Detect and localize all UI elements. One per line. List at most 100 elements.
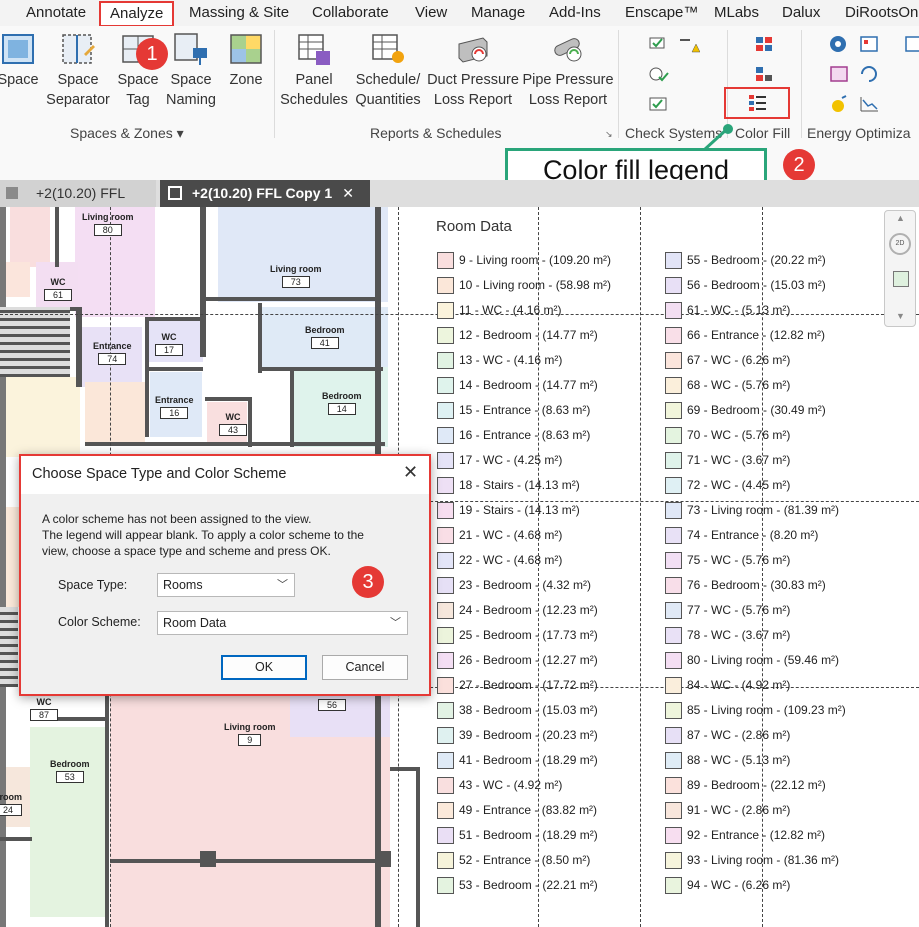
color-fill-legend-button[interactable] — [724, 87, 790, 119]
legend-entry-label: 27 - Bedroom - (17.72 m²) — [459, 678, 598, 692]
location-icon[interactable] — [828, 34, 850, 54]
legend-entry-label: 56 - Bedroom - (15.03 m²) — [687, 278, 826, 292]
duct-legend-icon[interactable] — [753, 34, 775, 54]
zone-button[interactable]: Zone — [224, 32, 268, 90]
wall — [85, 442, 385, 446]
color-fill-group-label: Color Fill — [735, 125, 791, 141]
tab-ffl-copy-1[interactable]: +2(10.20) FFL Copy 1 ✕ — [160, 180, 370, 207]
legend-entry-label: 80 - Living room - (59.46 m²) — [687, 653, 840, 667]
legend-swatch — [437, 327, 454, 344]
space-type-select[interactable]: Rooms ﹀ — [157, 573, 295, 597]
separator — [618, 30, 619, 138]
tab-ffl-copy-1-label: +2(10.20) FFL Copy 1 — [192, 185, 333, 201]
cancel-button[interactable]: Cancel — [322, 655, 408, 680]
legend-swatch — [665, 252, 682, 269]
dialog-message-line3: view, choose a space type and scheme and… — [42, 544, 331, 558]
legend-swatch — [437, 852, 454, 869]
generate-icon[interactable] — [858, 64, 880, 84]
legend-swatch — [437, 427, 454, 444]
color-scheme-select[interactable]: Room Data ﹀ — [157, 611, 408, 635]
color-scheme-label: Color Scheme: — [58, 615, 141, 629]
dialog-launcher-icon[interactable]: ↘ — [605, 129, 613, 140]
space-naming-button[interactable]: Space Naming — [163, 32, 219, 110]
menu-manage[interactable]: Manage — [471, 4, 525, 21]
menu-analyze[interactable]: Analyze — [99, 1, 175, 27]
menu-massing-site[interactable]: Massing & Site — [189, 4, 289, 21]
check-circuits-icon[interactable] — [648, 94, 670, 114]
column — [200, 851, 216, 867]
space-separator-icon — [62, 34, 95, 64]
energy-settings-icon[interactable] — [858, 34, 880, 54]
nav-down-icon[interactable]: ▼ — [896, 311, 905, 321]
wall — [248, 397, 252, 447]
nav-up-icon[interactable]: ▲ — [896, 213, 905, 223]
space-separator-button[interactable]: Space Separator — [44, 32, 112, 110]
legend-swatch — [665, 727, 682, 744]
legend-entry-label: 67 - WC - (6.26 m²) — [687, 353, 791, 367]
legend-entry-label: 13 - WC - (4.16 m²) — [459, 353, 563, 367]
legend-swatch — [437, 302, 454, 319]
analysis-chart-icon[interactable] — [858, 94, 880, 114]
energy-group-label: Energy Optimiza — [807, 125, 911, 141]
menu-mlabs[interactable]: MLabs — [714, 4, 759, 21]
menu-bar: Annotate Analyze Massing & Site Collabor… — [0, 0, 919, 27]
tab-ffl[interactable]: +2(10.20) FFL — [0, 180, 156, 207]
legend-swatch — [665, 677, 682, 694]
wall — [258, 367, 383, 371]
ribbon-gap — [0, 146, 919, 180]
legend-entry-label: 26 - Bedroom - (12.27 m²) — [459, 653, 598, 667]
legend-swatch — [437, 477, 454, 494]
pipe-pressure-loss-report-button[interactable]: Pipe Pressure Loss Report — [522, 32, 614, 110]
wall — [110, 859, 390, 863]
energy-extra-icon[interactable] — [904, 34, 919, 54]
room-tag: 56 — [318, 697, 347, 711]
ok-button[interactable]: OK — [221, 655, 307, 680]
show-disconnects-icon[interactable] — [678, 34, 700, 54]
legend-entry-label: 23 - Bedroom - (4.32 m²) — [459, 578, 592, 592]
menu-enscape[interactable]: Enscape™ — [625, 4, 698, 21]
menu-view[interactable]: View — [415, 4, 447, 21]
close-icon[interactable]: ✕ — [403, 462, 418, 483]
zoom-icon[interactable] — [893, 271, 909, 287]
schedule-quantities-icon — [372, 34, 404, 63]
legend-entry-label: 41 - Bedroom - (18.29 m²) — [459, 753, 598, 767]
legend-swatch — [665, 777, 682, 794]
legend-swatch — [437, 402, 454, 419]
room-tag: droom24 — [0, 792, 23, 816]
insight-icon[interactable] — [828, 94, 850, 114]
spaces-zones-group-label[interactable]: Spaces & Zones ▾ — [70, 125, 184, 142]
check-duct-systems-icon[interactable] — [648, 34, 670, 54]
menu-add-ins[interactable]: Add-Ins — [549, 4, 601, 21]
legend-entry-label: 61 - WC - (5.13 m²) — [687, 303, 791, 317]
menu-annotate[interactable]: Annotate — [26, 4, 86, 21]
create-energy-model-icon[interactable] — [828, 64, 850, 84]
legend-swatch — [665, 527, 682, 544]
menu-dalux[interactable]: Dalux — [782, 4, 820, 21]
menu-collaborate[interactable]: Collaborate — [312, 4, 389, 21]
menu-diroots[interactable]: DiRootsOne — [845, 4, 919, 21]
legend-swatch — [665, 752, 682, 769]
legend-entry-label: 66 - Entrance - (12.82 m²) — [687, 328, 826, 342]
panel-schedules-button[interactable]: Panel Schedules — [280, 32, 348, 110]
legend-swatch — [437, 602, 454, 619]
check-pipe-systems-icon[interactable] — [648, 64, 670, 84]
room-tag: Bedroom 41 — [305, 325, 345, 349]
legend-swatch — [437, 452, 454, 469]
legend-entry-label: 87 - WC - (2.86 m²) — [687, 728, 791, 742]
steering-wheel-icon[interactable]: 2D — [889, 233, 911, 255]
legend-swatch — [437, 677, 454, 694]
space-button[interactable]: Space — [0, 32, 42, 90]
legend-entry-label: 39 - Bedroom - (20.23 m²) — [459, 728, 598, 742]
room-fill — [0, 377, 80, 457]
duct-pressure-loss-report-button[interactable]: Duct Pressure Loss Report — [427, 32, 519, 110]
color-fill-legend-icon — [749, 95, 766, 111]
legend-entry-label: 14 - Bedroom - (14.77 m²) — [459, 378, 598, 392]
schedule-quantities-button[interactable]: Schedule/ Quantities — [352, 32, 424, 110]
room-tag: Bedroom 53 — [50, 759, 90, 783]
close-tab-icon[interactable]: ✕ — [342, 185, 354, 201]
chevron-down-icon: ﹀ — [277, 579, 288, 591]
pipe-legend-icon[interactable] — [753, 64, 775, 84]
dialog-message-line2: The legend will appear blank. To apply a… — [42, 528, 364, 542]
legend-swatch — [437, 802, 454, 819]
view-tabs: +2(10.20) FFL +2(10.20) FFL Copy 1 ✕ — [0, 180, 919, 207]
